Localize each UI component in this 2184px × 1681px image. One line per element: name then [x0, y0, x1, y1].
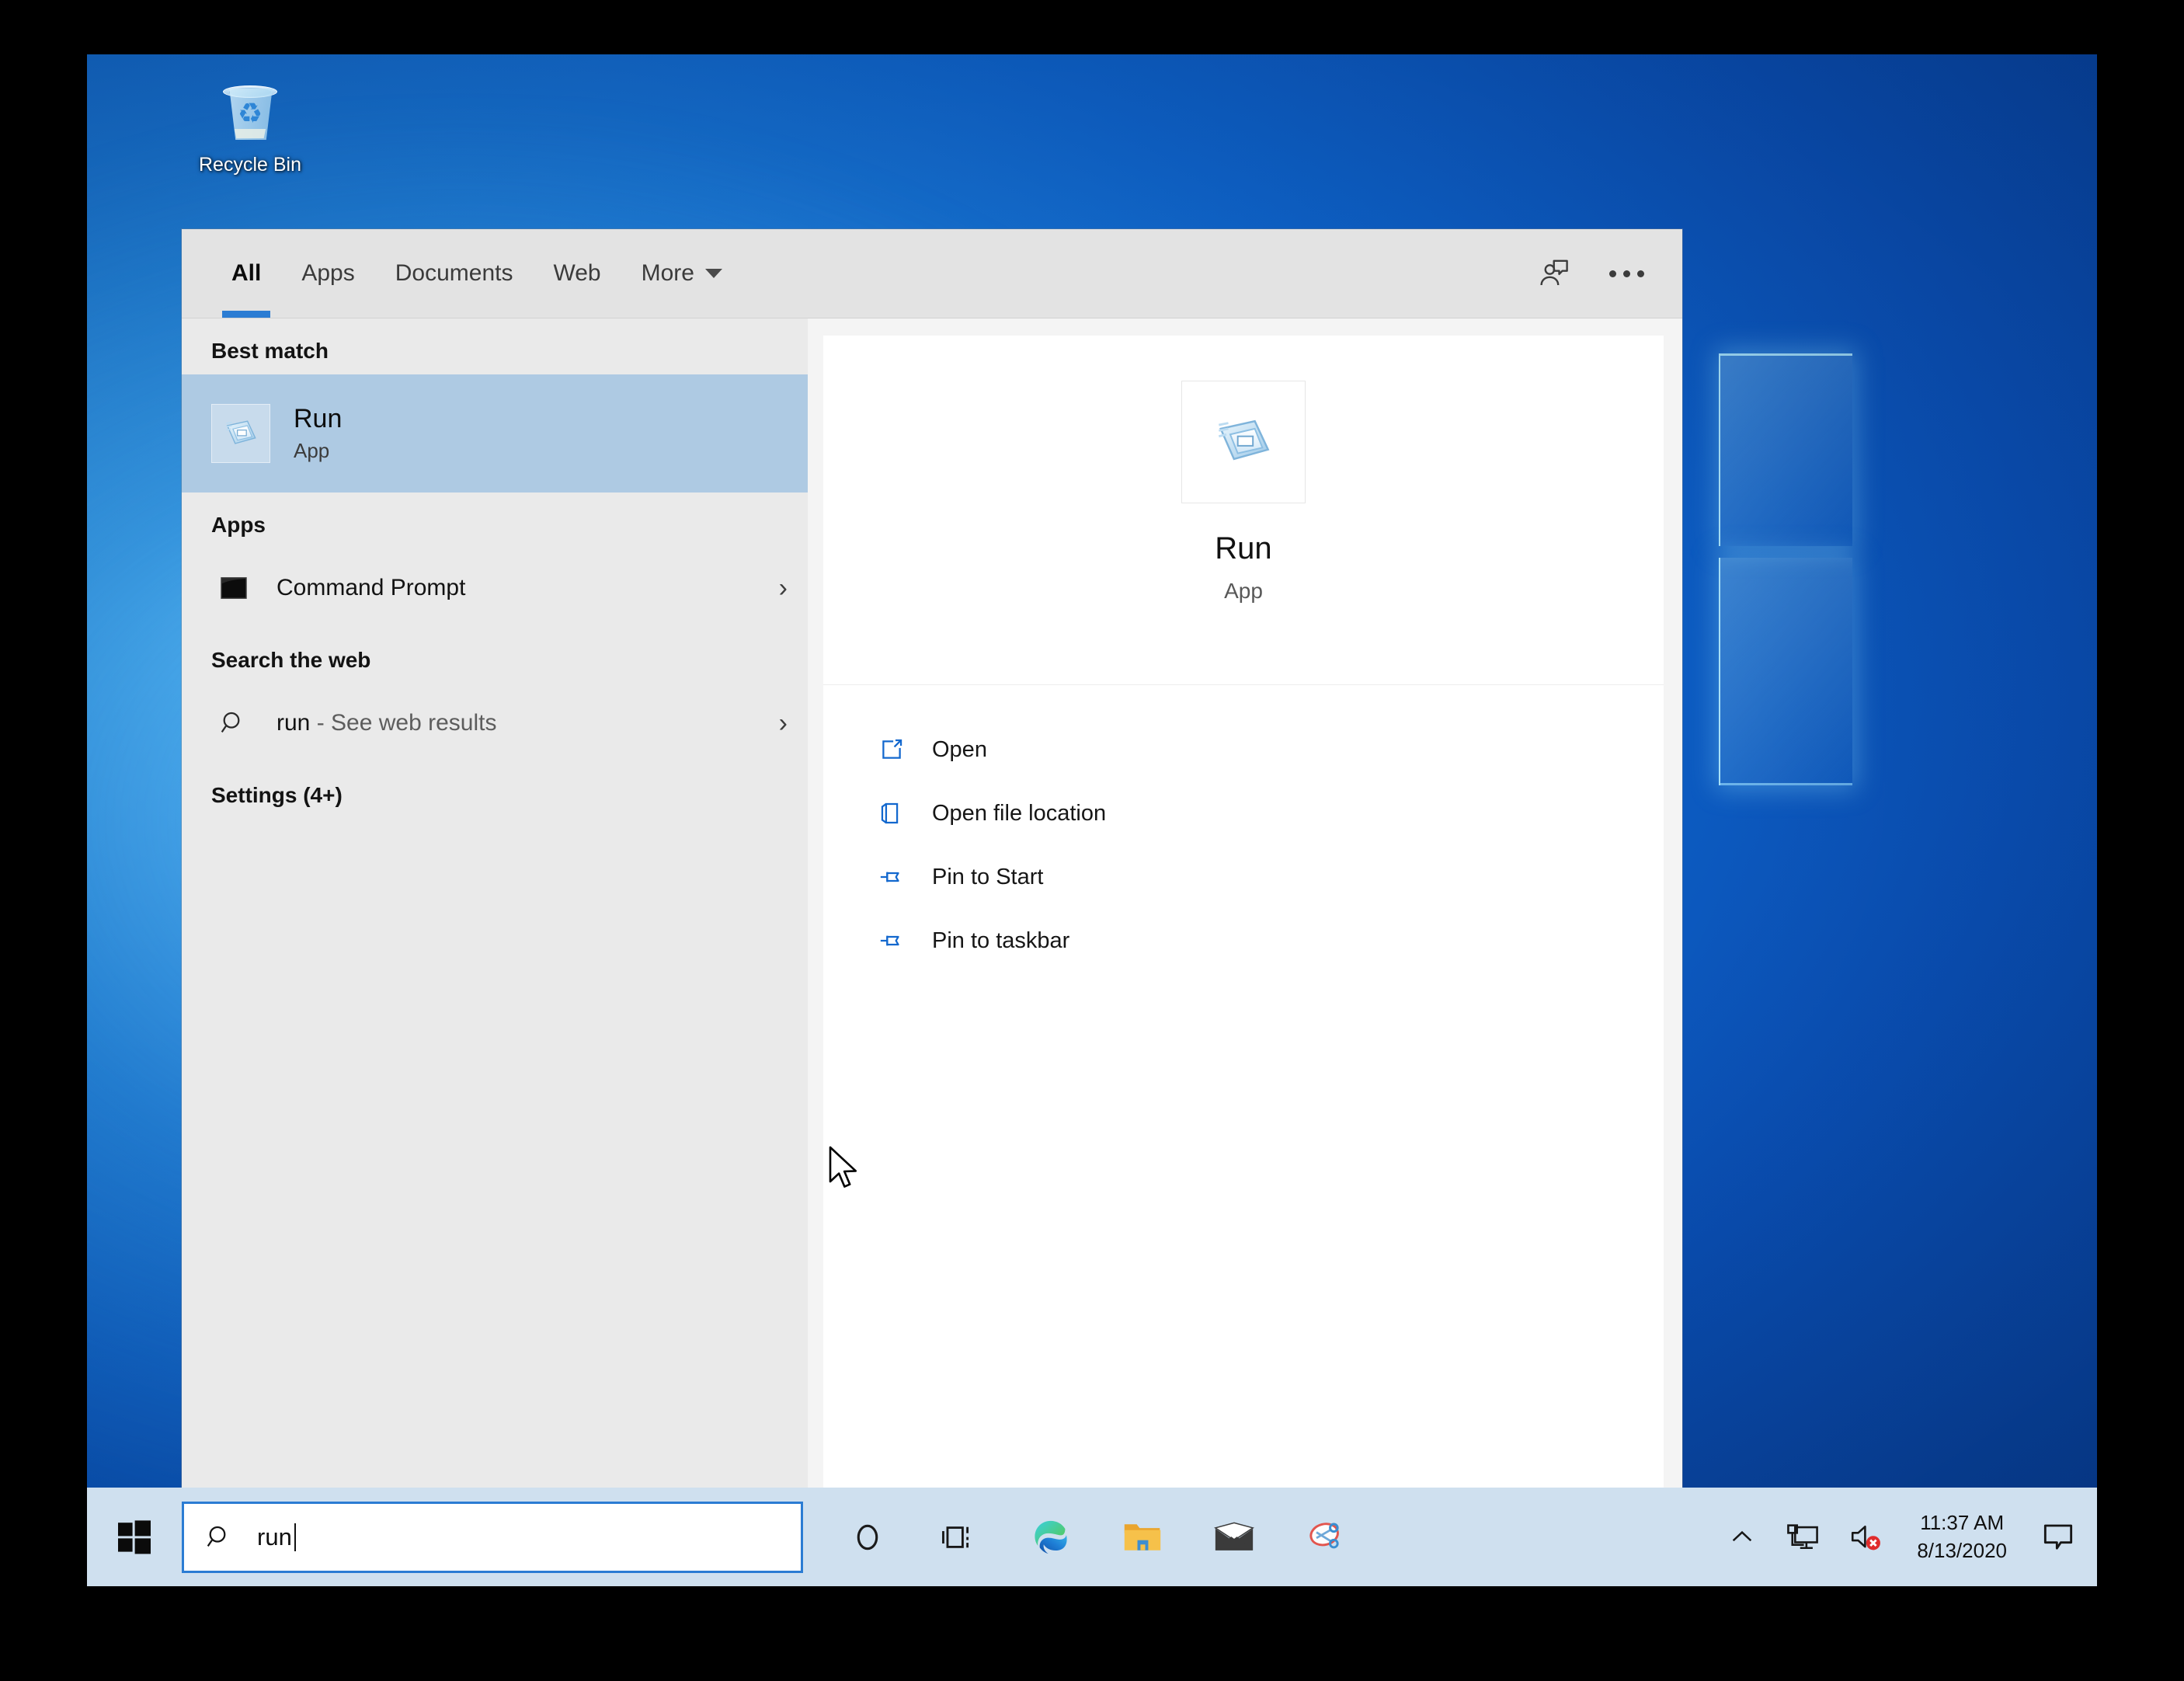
- search-icon: [206, 1523, 234, 1551]
- tab-all[interactable]: All: [211, 229, 281, 318]
- taskbar: run: [87, 1488, 2097, 1586]
- search-body: Best match: [182, 318, 1682, 1488]
- tab-apps-label: Apps: [301, 260, 354, 287]
- tab-more[interactable]: More: [621, 229, 742, 318]
- file-explorer-icon: [1122, 1519, 1163, 1555]
- group-header-search-the-web: Search the web: [182, 628, 808, 684]
- tab-documents-label: Documents: [395, 260, 513, 287]
- web-query-text: run: [276, 710, 310, 736]
- taskbar-search-input[interactable]: run: [257, 1523, 292, 1551]
- mail-button[interactable]: [1188, 1488, 1280, 1586]
- chevron-right-icon[interactable]: ›: [779, 710, 788, 736]
- group-header-settings: Settings (4+): [182, 763, 808, 819]
- action-open-file-location[interactable]: Open file location: [823, 781, 1664, 845]
- chevron-up-icon: [1729, 1524, 1755, 1550]
- volume-button[interactable]: [1834, 1488, 1898, 1586]
- start-button[interactable]: [87, 1488, 182, 1586]
- feedback-icon: [1535, 256, 1571, 291]
- result-item-run[interactable]: Run App: [182, 374, 808, 492]
- network-icon: [1786, 1523, 1819, 1552]
- pin-icon: [875, 864, 909, 890]
- recycle-bin-icon: ♻: [214, 78, 286, 149]
- text-cursor: [294, 1523, 296, 1551]
- search-flyout-panel: All Apps Documents Web More: [182, 229, 1682, 1488]
- tab-documents[interactable]: Documents: [375, 229, 534, 318]
- command-prompt-icon: [211, 576, 256, 600]
- preview-subtitle: App: [1224, 579, 1263, 604]
- action-label: Pin to taskbar: [932, 928, 1069, 954]
- desktop-screen: ♻ Recycle Bin All Apps Documents Web: [87, 54, 2097, 1586]
- preview-title: Run: [1215, 531, 1271, 566]
- preview-actions-list: Open Open file location: [823, 685, 1664, 973]
- tab-apps[interactable]: Apps: [281, 229, 374, 318]
- show-hidden-icons-button[interactable]: [1713, 1488, 1771, 1586]
- taskbar-search-box[interactable]: run: [182, 1502, 803, 1573]
- action-center-button[interactable]: [2026, 1488, 2097, 1586]
- microsoft-edge-icon: [1031, 1517, 1071, 1557]
- cortana-icon: [850, 1520, 885, 1554]
- action-pin-to-start[interactable]: Pin to Start: [823, 845, 1664, 909]
- snip-and-sketch-button[interactable]: [1280, 1488, 1372, 1586]
- taskbar-search-value-wrap: run: [257, 1523, 296, 1551]
- folder-open-icon: [875, 800, 909, 827]
- action-label: Pin to Start: [932, 865, 1043, 890]
- desktop-icon-recycle-bin[interactable]: ♻ Recycle Bin: [188, 78, 312, 176]
- task-view-icon: [941, 1522, 977, 1553]
- preview-card: Run App Open: [823, 336, 1664, 1488]
- result-item-subtitle: App: [294, 439, 342, 463]
- feedback-button[interactable]: [1521, 245, 1586, 302]
- chevron-down-icon: [705, 269, 722, 278]
- preview-hero: Run App: [823, 336, 1664, 685]
- search-tabs: All Apps Documents Web More: [211, 229, 742, 318]
- more-options-icon: [1609, 270, 1644, 277]
- result-item-label: Command Prompt: [276, 575, 465, 601]
- open-in-new-icon: [875, 736, 909, 763]
- cortana-button[interactable]: [822, 1488, 913, 1586]
- desktop-icon-label: Recycle Bin: [188, 154, 312, 176]
- tab-web-label: Web: [553, 260, 600, 287]
- action-pin-to-taskbar[interactable]: Pin to taskbar: [823, 909, 1664, 973]
- group-header-apps: Apps: [182, 492, 808, 548]
- windows-logo-icon: [116, 1519, 153, 1556]
- snip-and-sketch-icon: [1306, 1519, 1346, 1556]
- search-header-actions: [1521, 229, 1659, 318]
- result-item-label: run - See web results: [276, 710, 496, 736]
- clock-time: 11:37 AM: [1920, 1509, 2004, 1537]
- task-view-button[interactable]: [913, 1488, 1005, 1586]
- system-tray: 11:37 AM 8/13/2020: [1713, 1488, 2097, 1586]
- more-options-button[interactable]: [1594, 245, 1659, 302]
- result-item-web-search[interactable]: run - See web results ›: [182, 684, 808, 763]
- search-icon: [211, 709, 256, 737]
- action-label: Open: [932, 737, 987, 763]
- search-header: All Apps Documents Web More: [182, 229, 1682, 318]
- tab-all-label: All: [231, 260, 261, 287]
- group-header-best-match: Best match: [182, 318, 808, 374]
- web-query-suffix: - See web results: [310, 710, 496, 736]
- action-open[interactable]: Open: [823, 718, 1664, 781]
- network-button[interactable]: [1771, 1488, 1834, 1586]
- microsoft-edge-button[interactable]: [1005, 1488, 1097, 1586]
- action-center-icon: [2043, 1523, 2074, 1552]
- tab-more-label: More: [642, 260, 694, 287]
- result-item-title: Run: [294, 404, 342, 434]
- clock-date: 8/13/2020: [1917, 1537, 2007, 1564]
- taskbar-pinned-icons: [822, 1488, 1372, 1586]
- volume-muted-icon: [1850, 1522, 1883, 1553]
- action-label: Open file location: [932, 801, 1106, 827]
- file-explorer-button[interactable]: [1097, 1488, 1188, 1586]
- clock[interactable]: 11:37 AM 8/13/2020: [1898, 1488, 2026, 1586]
- preview-app-icon: [1181, 381, 1306, 503]
- tab-web[interactable]: Web: [533, 229, 621, 318]
- mail-icon: [1214, 1521, 1254, 1554]
- result-item-command-prompt[interactable]: Command Prompt ›: [182, 548, 808, 628]
- pin-icon: [875, 928, 909, 954]
- search-results-list[interactable]: Best match: [182, 318, 808, 1488]
- chevron-right-icon[interactable]: ›: [779, 575, 788, 601]
- run-app-icon: [211, 404, 270, 463]
- search-preview-pane: Run App Open: [808, 318, 1682, 1488]
